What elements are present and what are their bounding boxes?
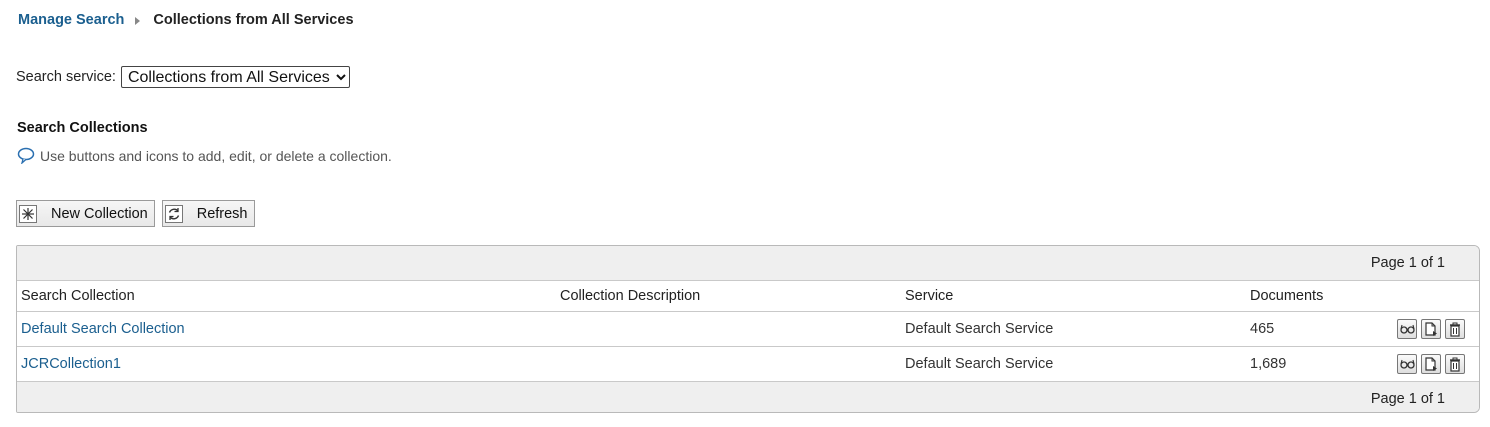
column-header-service: Service (905, 288, 954, 304)
section-title: Search Collections (17, 120, 148, 136)
collections-table: Page 1 of 1 Search Collection Collection… (16, 245, 1480, 413)
new-collection-label: New Collection (51, 205, 148, 222)
delete-icon[interactable] (1445, 354, 1465, 374)
view-icon[interactable] (1397, 319, 1417, 339)
view-icon[interactable] (1397, 354, 1417, 374)
collection-documents: 465 (1250, 321, 1275, 337)
breadcrumb: Manage Search Collections from All Servi… (18, 12, 354, 28)
pager-top-text: Page 1 of 1 (1370, 255, 1445, 271)
row-actions (1396, 319, 1479, 339)
search-service-label: Search service: (16, 69, 116, 85)
search-service-row: Search service: Collections from All Ser… (16, 66, 350, 88)
row-actions (1396, 354, 1479, 374)
help-text: Use buttons and icons to add, edit, or d… (40, 147, 392, 164)
column-header-collection-description: Collection Description (560, 288, 701, 304)
column-header-search-collection: Search Collection (21, 288, 135, 304)
refresh-button[interactable]: Refresh (161, 200, 255, 227)
collection-name-link[interactable]: JCRCollection1 (17, 356, 560, 372)
delete-icon[interactable] (1445, 319, 1465, 339)
refresh-icon (164, 204, 183, 223)
breadcrumb-separator-icon (135, 17, 141, 25)
edit-icon[interactable] (1421, 319, 1441, 339)
pager-top: Page 1 of 1 (17, 246, 1479, 281)
pager-bottom-text: Page 1 of 1 (1370, 391, 1445, 407)
breadcrumb-manage-search-link[interactable]: Manage Search (18, 12, 124, 28)
search-service-select[interactable]: Collections from All Services (120, 66, 350, 88)
table-row: JCRCollection1 Default Search Service 1,… (17, 347, 1479, 381)
new-collection-button[interactable]: New Collection (16, 200, 155, 227)
pager-bottom: Page 1 of 1 (17, 381, 1479, 412)
refresh-label: Refresh (196, 205, 248, 222)
column-header-documents: Documents (1250, 288, 1324, 304)
new-star-icon (19, 204, 37, 223)
table-row: Default Search Collection Default Search… (17, 312, 1479, 347)
table-header: Search Collection Collection Description… (17, 281, 1479, 312)
collection-documents: 1,689 (1250, 356, 1287, 372)
collection-name-link[interactable]: Default Search Collection (17, 321, 560, 337)
collection-service: Default Search Service (905, 356, 1054, 372)
help-text-row: Use buttons and icons to add, edit, or d… (17, 147, 392, 164)
edit-icon[interactable] (1421, 354, 1441, 374)
help-bubble-icon (17, 147, 35, 164)
toolbar: New Collection Refresh (16, 200, 255, 227)
collection-service: Default Search Service (905, 321, 1054, 337)
breadcrumb-current: Collections from All Services (153, 12, 354, 28)
